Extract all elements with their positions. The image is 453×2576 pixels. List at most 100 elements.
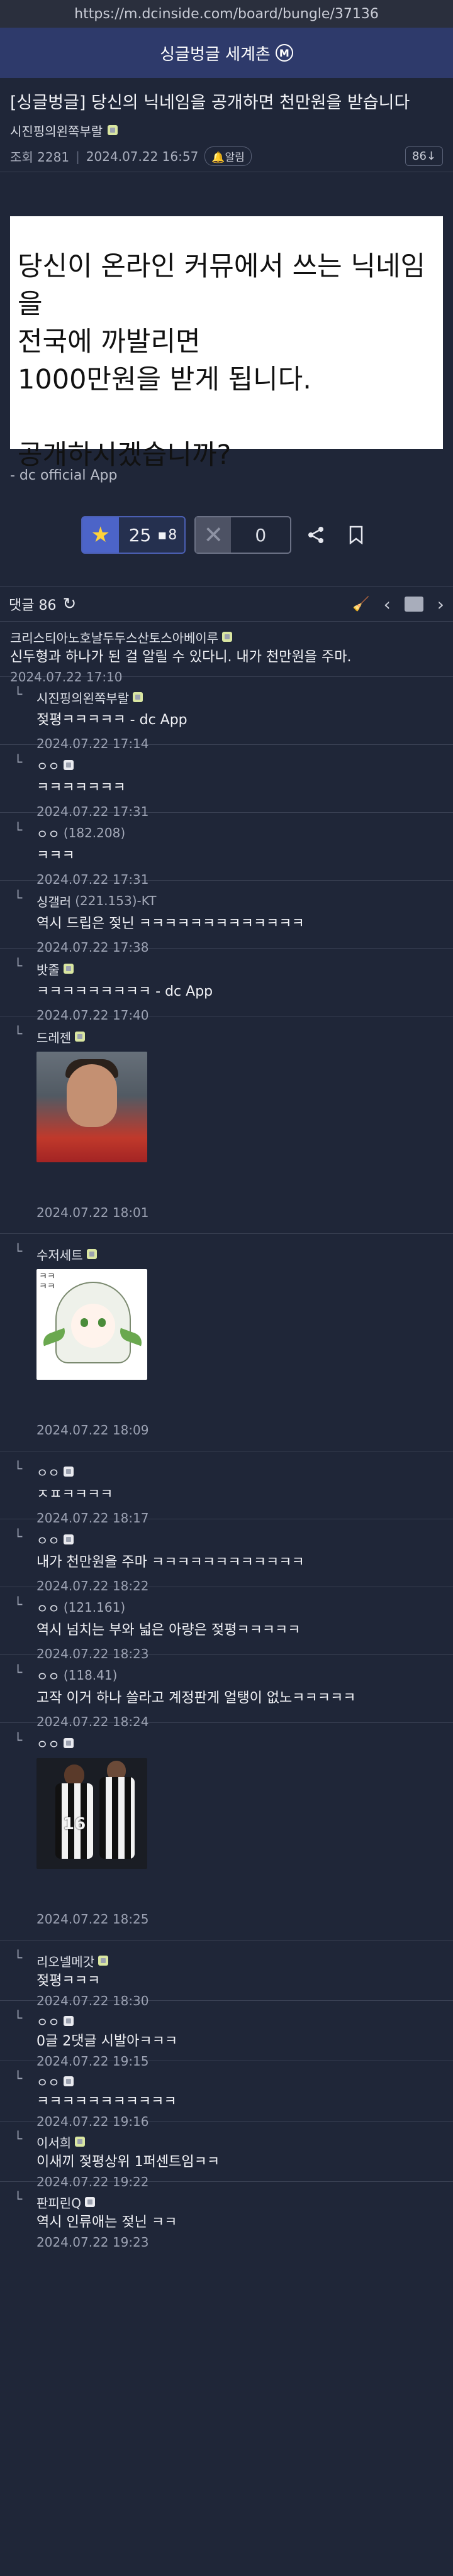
- page-square-icon[interactable]: [404, 597, 423, 612]
- image-eye: [81, 1318, 88, 1327]
- comment-photo[interactable]: 16: [36, 1758, 147, 1869]
- refresh-icon[interactable]: ↻: [62, 595, 76, 614]
- comment-reply: 싱갤러(221.153)-KT 역시 드립은 젖닌 ㅋㅋㅋㅋㅋㅋㅋㅋㅋㅋㅋㅋㅋ …: [0, 881, 453, 955]
- fixed-nick-badge-icon: [63, 964, 74, 974]
- image-caption: ㅋㅋ ㅋㅋ: [39, 1272, 55, 1292]
- recommend-button[interactable]: ★ 25 ▪ 8: [81, 516, 186, 554]
- comment-nick[interactable]: ㅇㅇ(182.208): [36, 824, 443, 842]
- comment-reply: 수저세트 ㅋㅋ ㅋㅋ 2024.07.22 18:09: [0, 1234, 453, 1451]
- body-line: 당신이 온라인 커뮤에서 쓰는 닉네임을: [18, 251, 426, 320]
- image-player-body: [99, 1777, 135, 1859]
- comment-time: 2024.07.22 18:25: [36, 1912, 149, 1927]
- comment: 크리스티아노호날두두스산토스아베이루 신두형과 하나가 된 걸 알릴 수 있다니…: [0, 622, 453, 685]
- comment-text: 젖평ㅋㅋㅋㅋㅋ - dc App: [36, 712, 187, 728]
- comment-text: 내가 천만원을 주마 ㅋㅋㅋㅋㅋㅋㅋㅋㅋㅋㅋㅋ: [36, 1555, 305, 1570]
- comment-text: 역시 넘치는 부와 넓은 아량은 젖평ㅋㅋㅋㅋㅋ: [36, 1622, 301, 1638]
- fixed-user-icon: ▪: [157, 527, 167, 543]
- comment-nick[interactable]: 이서희: [36, 2133, 443, 2150]
- comment-reply: 드레젠 2024.07.22 18:01: [0, 1016, 453, 1234]
- dccon-image[interactable]: ㅋㅋ ㅋㅋ: [36, 1269, 147, 1380]
- post-author[interactable]: 시진핑의왼쪽부랄: [10, 121, 103, 140]
- comment-nick[interactable]: ㅇㅇ(121.161): [36, 1599, 443, 1616]
- nick-text: 싱갤러: [36, 894, 72, 910]
- nick-text: ㅇㅇ: [36, 2014, 60, 2030]
- bookmark-icon: [350, 526, 363, 544]
- comment-nick[interactable]: 시진핑의왼쪽부랄: [36, 688, 443, 706]
- recommend-count: 25: [128, 524, 152, 546]
- image-face: [71, 1304, 115, 1348]
- nick-text: 리오넬메갓: [36, 1954, 94, 1969]
- comment-nav: 🧹 ‹ ›: [352, 594, 444, 615]
- user-badge-icon: [84, 2197, 95, 2207]
- image-player-head: [64, 1764, 84, 1786]
- image-spacer: [36, 1380, 443, 1417]
- comment-text: 0글 2댓글 시발아ㅋㅋㅋ: [36, 2034, 178, 2049]
- share-button[interactable]: [300, 519, 332, 551]
- comment-nick[interactable]: ㅇㅇ: [36, 1463, 443, 1480]
- nick-text: 크리스티아노호날두두스산토스아베이루: [10, 630, 219, 646]
- comment-nick[interactable]: ㅇㅇ: [36, 756, 443, 774]
- comment-reply: ㅇㅇ(182.208) ㅋㅋㅋ 2024.07.22 17:31: [0, 813, 453, 887]
- post-meta: 조회 2281 | 2024.07.22 16:57 🔔알림 86↓: [0, 141, 453, 172]
- comment-nick[interactable]: 수저세트: [36, 1245, 443, 1263]
- comment-text: ㅈㅍㅋㅋㅋㅋ: [36, 1487, 113, 1502]
- comment-nick[interactable]: 밧줄: [36, 960, 443, 977]
- nick-text: 수저세트: [36, 1247, 83, 1263]
- view-count-label: 조회 2281: [10, 150, 70, 165]
- alarm-button[interactable]: 🔔알림: [204, 146, 252, 166]
- comment-count-label: 댓글 86: [9, 598, 57, 614]
- comment-nick[interactable]: ㅇㅇ: [36, 2012, 443, 2030]
- dccon-image[interactable]: [36, 1052, 147, 1162]
- comment-reply: ㅇㅇ 16 2024.07.22 18:25: [0, 1723, 453, 1940]
- comment-reply: ㅇㅇ 0글 2댓글 시발아ㅋㅋㅋ 2024.07.22 19:15: [0, 2001, 453, 2069]
- fixed-nick-badge-icon: [75, 2137, 86, 2147]
- broom-icon[interactable]: 🧹: [352, 597, 369, 612]
- comment-nick[interactable]: ㅇㅇ: [36, 2072, 443, 2090]
- url-bar[interactable]: https://m.dcinside.com/board/bungle/3713…: [0, 0, 453, 28]
- next-page-icon[interactable]: ›: [437, 594, 444, 615]
- comment-text: ㅋㅋㅋㅋㅋㅋㅋ: [36, 780, 126, 796]
- nonrecommend-button[interactable]: ✕ 0: [194, 516, 292, 554]
- user-badge-icon: [63, 2016, 74, 2026]
- body-line: 전국에 까발리면: [18, 326, 201, 358]
- comment-nick[interactable]: 판피린Q: [36, 2193, 443, 2211]
- comment-nick[interactable]: ㅇㅇ: [36, 1734, 443, 1752]
- comment-nick[interactable]: ㅇㅇ: [36, 1531, 443, 1548]
- view-count-badge[interactable]: 86↓: [405, 146, 443, 166]
- prev-page-icon[interactable]: ‹: [384, 594, 391, 615]
- comment-nick[interactable]: ㅇㅇ(118.41): [36, 1666, 443, 1684]
- bookmark-button[interactable]: [340, 519, 372, 551]
- fixed-nick-badge-icon: [108, 125, 118, 135]
- user-badge-icon: [63, 1467, 74, 1477]
- gallery-header[interactable]: 싱글벙글 세계촌 M: [0, 28, 453, 78]
- fixed-nick-badge-icon: [133, 692, 143, 702]
- url-text: https://m.dcinside.com/board/bungle/3713…: [74, 6, 379, 22]
- alarm-label: 알림: [225, 151, 245, 164]
- minor-gallery-icon: M: [275, 44, 293, 62]
- comment-nick[interactable]: 크리스티아노호날두두스산토스아베이루: [10, 628, 443, 646]
- comment-nick[interactable]: 드레젠: [36, 1028, 443, 1045]
- comment-nick[interactable]: 리오넬메갓: [36, 1952, 443, 1969]
- fixed-recommend: ▪ 8: [157, 527, 184, 543]
- nick-text: ㅇㅇ: [36, 1668, 60, 1684]
- comment-text: 이새끼 젖평상위 1퍼센트임ㅋㅋ: [36, 2154, 220, 2170]
- nick-text: 시진핑의왼쪽부랄: [36, 690, 130, 706]
- view-count-number: 86: [412, 150, 427, 163]
- gallery-title: 싱글벙글 세계촌: [160, 45, 271, 64]
- image-jersey-number: 16: [63, 1815, 86, 1834]
- x-icon: ✕: [196, 517, 232, 553]
- post-author-row[interactable]: 시진핑의왼쪽부랄: [0, 119, 453, 141]
- nick-text: ㅇㅇ: [36, 1736, 60, 1752]
- image-face: [67, 1064, 117, 1127]
- fixed-nick-badge-icon: [222, 632, 233, 642]
- comment-nick[interactable]: 싱갤러(221.153)-KT: [36, 892, 443, 910]
- comment-text: ㅋㅋㅋ: [36, 848, 75, 864]
- comment-reply: ㅇㅇ 내가 천만원을 주마 ㅋㅋㅋㅋㅋㅋㅋㅋㅋㅋㅋㅋ 2024.07.22 18…: [0, 1519, 453, 1593]
- image-spacer: [36, 1869, 443, 1907]
- comment-text: 역시 드립은 젖닌 ㅋㅋㅋㅋㅋㅋㅋㅋㅋㅋㅋㅋㅋ: [36, 916, 305, 932]
- fixed-nick-badge-icon: [75, 1032, 86, 1042]
- comment-reply: ㅇㅇ ㅈㅍㅋㅋㅋㅋ 2024.07.22 18:17: [0, 1451, 453, 1526]
- body-line: [18, 399, 435, 436]
- body-line: 1000만원을 받게 됩니다.: [18, 364, 311, 395]
- comment-reply: 리오넬메갓 젖평ㅋㅋㅋ 2024.07.22 18:30: [0, 1940, 453, 2008]
